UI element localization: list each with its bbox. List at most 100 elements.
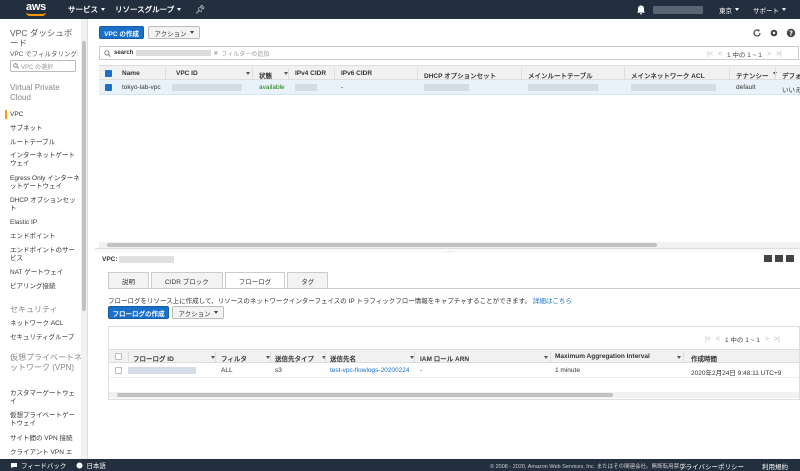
sidebar-item-vpc[interactable]: VPC bbox=[10, 111, 80, 119]
column-ipv6-cidr[interactable]: IPv6 CIDR bbox=[341, 70, 372, 77]
next-page-icon[interactable]: > bbox=[765, 336, 769, 343]
search-token-label: search bbox=[114, 50, 134, 56]
copyright: © 2008 - 2020, Amazon Web Services, Inc.… bbox=[490, 464, 691, 470]
column-creation-time[interactable]: 作成時間 bbox=[691, 353, 717, 363]
row-checkbox[interactable] bbox=[105, 84, 112, 91]
flowlog-actions-button[interactable]: アクション bbox=[172, 306, 224, 319]
terms-link[interactable]: 利用規約 bbox=[762, 461, 788, 471]
tab-tags[interactable]: タグ bbox=[287, 272, 329, 288]
sidebar-scrollbar[interactable] bbox=[81, 19, 87, 459]
sidebar-item-elastic-ip[interactable]: Elastic IP bbox=[10, 219, 80, 227]
filter-input[interactable]: フィルターの追加 bbox=[221, 49, 269, 58]
pin-icon[interactable]: 📌︎ bbox=[195, 5, 205, 14]
tab-cidr-blocks[interactable]: CIDR ブロック bbox=[151, 272, 223, 288]
creation-time-value: 2020年2月24日 9:48:11 UTC+9 bbox=[691, 370, 782, 377]
prev-page-icon[interactable]: < bbox=[718, 51, 722, 58]
sort-icon[interactable] bbox=[544, 356, 548, 359]
tab-flow-logs[interactable]: フローログ bbox=[224, 272, 286, 289]
column-max-aggregation-interval[interactable]: Maximum Aggregation Interval bbox=[555, 353, 650, 360]
first-page-icon[interactable]: |< bbox=[707, 51, 713, 58]
sidebar-item-client-vpn[interactable]: クライアント VPN エ bbox=[10, 449, 80, 457]
sidebar-item-security-groups[interactable]: セキュリティグループ bbox=[10, 334, 80, 342]
tab-description[interactable]: 説明 bbox=[108, 272, 149, 288]
aws-logo[interactable]: aws bbox=[24, 0, 58, 19]
destination-name-link[interactable]: test-vpc-flowlogs-20200224 bbox=[330, 367, 410, 374]
flowlog-horizontal-scrollbar[interactable] bbox=[109, 392, 799, 398]
column-default-vpc[interactable]: デフォ bbox=[782, 70, 800, 80]
table-row[interactable]: ALL s3 test-vpc-flowlogs-20200224 - 1 mi… bbox=[109, 363, 799, 378]
sidebar-item-endpoints[interactable]: エンドポイント bbox=[10, 233, 80, 241]
bell-icon[interactable] bbox=[635, 4, 647, 16]
region-selector[interactable]: 東京 bbox=[719, 5, 739, 15]
column-state[interactable]: 状態 bbox=[259, 70, 272, 80]
vpc-id-value bbox=[172, 84, 242, 91]
column-filter[interactable]: フィルタ bbox=[221, 353, 247, 363]
create-flowlog-button[interactable]: フローログの作成 bbox=[108, 306, 169, 319]
table-row[interactable]: tokyo-lab-vpc available - default いいえ bbox=[99, 80, 800, 95]
chevron-down-icon bbox=[101, 8, 105, 11]
column-iam-role-arn[interactable]: IAM ロール ARN bbox=[420, 353, 469, 363]
privacy-policy-link[interactable]: プライバシーポリシー bbox=[679, 461, 744, 471]
layout-full-icon[interactable] bbox=[786, 255, 794, 262]
column-vpc-id[interactable]: VPC ID bbox=[176, 70, 198, 77]
layout-split-icon[interactable] bbox=[775, 255, 783, 262]
destination-type-value: s3 bbox=[275, 367, 282, 374]
filter-bar[interactable]: search ✕ フィルターの追加 bbox=[99, 46, 799, 60]
column-destination-name[interactable]: 送信先名 bbox=[330, 353, 356, 363]
sidebar-title[interactable]: VPC ダッシュボード bbox=[10, 28, 80, 48]
select-all-checkbox[interactable] bbox=[115, 353, 122, 360]
column-ipv4-cidr[interactable]: IPv4 CIDR bbox=[295, 70, 326, 77]
search-token-value[interactable] bbox=[136, 50, 212, 56]
sidebar-item-egress-only-igw[interactable]: Egress Only インターネットゲートウェイ bbox=[10, 175, 80, 191]
sidebar-item-nat-gateways[interactable]: NAT ゲートウェイ bbox=[10, 269, 80, 277]
create-vpc-button[interactable]: VPC の作成 bbox=[99, 26, 144, 39]
column-main-route-table[interactable]: メインルートテーブル bbox=[528, 70, 593, 80]
column-dhcp-options[interactable]: DHCP オプションセット bbox=[424, 70, 496, 80]
column-tenancy[interactable]: テナンシー bbox=[736, 70, 769, 80]
column-flowlog-id[interactable]: フローログ ID bbox=[133, 353, 174, 363]
sidebar-item-route-tables[interactable]: ルートテーブル bbox=[10, 139, 80, 147]
sidebar-item-peering[interactable]: ピアリング接続 bbox=[10, 283, 80, 291]
refresh-icon[interactable] bbox=[752, 28, 762, 38]
layout-bottom-icon[interactable] bbox=[764, 255, 772, 262]
resource-groups-menu[interactable]: リソースグループ bbox=[115, 4, 182, 15]
feedback-link[interactable]: フィードバック bbox=[10, 460, 66, 470]
last-page-icon[interactable]: >| bbox=[776, 51, 782, 58]
account-menu[interactable] bbox=[653, 5, 703, 14]
column-main-network-acl[interactable]: メインネットワーク ACL bbox=[631, 70, 705, 80]
prev-page-icon[interactable]: < bbox=[716, 336, 720, 343]
close-icon[interactable]: ✕ bbox=[213, 50, 218, 57]
pane-splitter[interactable]: ··· bbox=[95, 248, 800, 255]
last-page-icon[interactable]: >| bbox=[774, 336, 780, 343]
vpc-state: available bbox=[259, 84, 285, 91]
next-page-icon[interactable]: > bbox=[767, 51, 771, 58]
aggregation-interval-value: 1 minute bbox=[555, 367, 580, 374]
sort-icon[interactable] bbox=[246, 72, 250, 75]
sidebar-item-customer-gateways[interactable]: カスタマーゲートウェイ bbox=[10, 390, 80, 406]
first-page-icon[interactable]: |< bbox=[705, 336, 711, 343]
column-destination-type[interactable]: 送信先タイプ bbox=[275, 353, 314, 363]
help-icon[interactable]: ? bbox=[786, 28, 796, 38]
sidebar-item-endpoint-services[interactable]: エンドポイントのサービス bbox=[10, 247, 80, 263]
search-icon bbox=[13, 63, 19, 69]
sidebar-item-internet-gateways[interactable]: インターネットゲートウェイ bbox=[10, 152, 80, 168]
sort-icon[interactable] bbox=[677, 356, 681, 359]
actions-button[interactable]: アクション bbox=[148, 26, 200, 39]
chevron-down-icon bbox=[213, 311, 218, 314]
learn-more-link[interactable]: 詳細はこちら bbox=[533, 298, 572, 305]
column-name[interactable]: Name bbox=[122, 70, 140, 77]
sidebar-item-subnets[interactable]: サブネット bbox=[10, 125, 80, 133]
chevron-down-icon bbox=[782, 8, 786, 11]
services-menu[interactable]: サービス bbox=[68, 4, 105, 15]
support-menu[interactable]: サポート bbox=[753, 5, 786, 15]
row-checkbox[interactable] bbox=[115, 367, 122, 374]
select-all-checkbox[interactable] bbox=[105, 70, 112, 77]
language-selector[interactable]: 日本語 bbox=[76, 460, 106, 470]
sidebar-item-site-to-site-vpn[interactable]: サイト間の VPN 接続 bbox=[10, 435, 80, 443]
sidebar-item-virtual-private-gateways[interactable]: 仮想プライベートゲートウェイ bbox=[10, 412, 80, 428]
selected-vpc-label: VPC: bbox=[102, 256, 118, 263]
gear-icon[interactable] bbox=[769, 28, 779, 38]
vpc-filter-select[interactable]: VPC の選択 bbox=[10, 60, 76, 72]
sidebar-item-network-acl[interactable]: ネットワーク ACL bbox=[10, 320, 80, 328]
sidebar-item-dhcp-options[interactable]: DHCP オプションセット bbox=[10, 197, 80, 213]
